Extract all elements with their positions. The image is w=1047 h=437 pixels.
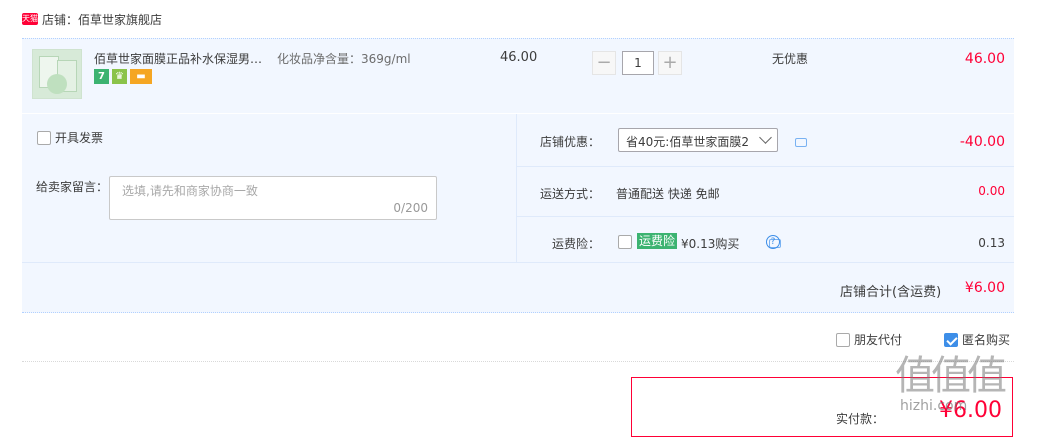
divider — [517, 216, 1014, 217]
message-placeholder: 选填,请先和商家协商一致 — [122, 184, 258, 198]
coupon-select[interactable]: 省40元:佰草世家面膜2 — [618, 128, 778, 152]
help-icon[interactable]: ? — [766, 235, 780, 249]
credit-card-icon[interactable]: ▬ — [130, 69, 152, 84]
shipping-label: 运送方式： — [540, 187, 601, 201]
divider — [22, 262, 1014, 263]
store-header[interactable]: 店铺：佰草世家旗舰店 — [42, 11, 162, 28]
divider — [22, 361, 1014, 362]
insurance-checkbox[interactable] — [618, 235, 632, 249]
decrease-quantity-button[interactable]: − — [592, 51, 616, 75]
service-badges: 7 ♛ ▬ — [94, 69, 155, 84]
insurance-label: 运费险： — [552, 237, 601, 251]
shipping-method: 普通配送 快递 免邮 — [616, 187, 720, 201]
tmall-icon: 天猫 — [22, 13, 38, 25]
cart-item-row: 佰草世家面膜正品补水保湿男女... 化妆品净含量：369g/ml 7 ♛ ▬ 46.… — [22, 38, 1014, 113]
guarantee-icon[interactable]: ♛ — [112, 69, 127, 84]
insurance-tag: 运费险 — [637, 233, 678, 249]
unit-price: 46.00 — [500, 50, 538, 65]
quantity-input[interactable]: 1 — [622, 51, 654, 75]
store-label: 店铺： — [42, 13, 79, 27]
coupon-selected-value: 省40元:佰草世家面膜2 — [626, 135, 749, 149]
message-char-count: 0/200 — [393, 201, 428, 215]
product-thumbnail[interactable] — [32, 49, 82, 99]
increase-quantity-button[interactable]: + — [658, 51, 682, 75]
friend-pay-option[interactable]: 朋友代付 — [836, 331, 902, 348]
store-total-label: 店铺合计(含运费) — [840, 285, 942, 300]
watermark-logo: 值值值 — [895, 353, 1007, 399]
shipping-amount: 0.00 — [978, 184, 1005, 198]
order-options-panel: 开具发票 给卖家留言： 选填,请先和商家协商一致 0/200 店铺优惠： 省40… — [22, 114, 1014, 313]
insurance-price: ¥0.13购买 — [681, 237, 740, 251]
coupon-amount: -40.00 — [959, 134, 1005, 150]
seller-message-input[interactable]: 选填,请先和商家协商一致 0/200 — [109, 176, 437, 220]
invoice-option[interactable]: 开具发票 — [37, 129, 103, 146]
store-total: ¥6.00 — [964, 280, 1005, 296]
chevron-down-icon — [759, 131, 772, 144]
watermark-url: hizhi.com — [900, 398, 968, 414]
divider — [516, 114, 517, 262]
coupon-label: 店铺优惠： — [540, 135, 601, 149]
product-title[interactable]: 佰草世家面膜正品补水保湿男女... — [94, 50, 272, 67]
store-name[interactable]: 佰草世家旗舰店 — [78, 13, 162, 27]
product-sku: 化妆品净含量：369g/ml — [277, 52, 411, 66]
item-total: 46.00 — [964, 51, 1005, 67]
divider — [517, 166, 1014, 167]
item-promotion: 无优惠 — [772, 52, 809, 66]
friend-pay-checkbox[interactable] — [836, 332, 850, 347]
message-label: 给卖家留言： — [36, 180, 109, 194]
invoice-label: 开具发票 — [55, 131, 104, 145]
seven-day-return-icon[interactable]: 7 — [94, 69, 109, 84]
pay-label: 实付款： — [835, 412, 884, 426]
chat-icon[interactable] — [795, 138, 807, 147]
invoice-checkbox[interactable] — [37, 130, 51, 145]
insurance-amount: 0.13 — [978, 236, 1005, 250]
